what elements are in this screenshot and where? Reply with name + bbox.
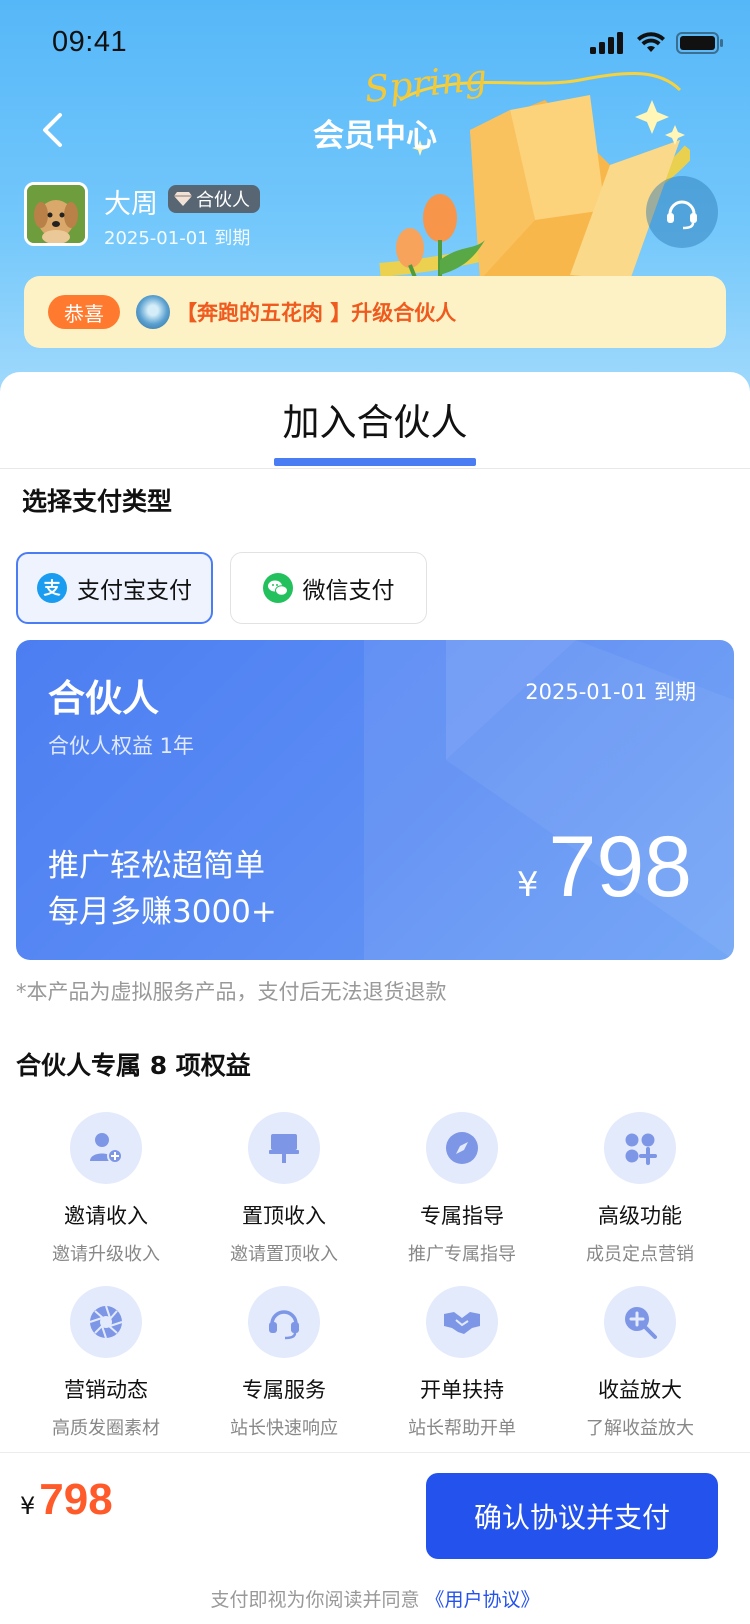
pin-icon xyxy=(269,1134,299,1163)
benefit-icon-wrap xyxy=(426,1112,498,1184)
refund-disclaimer: *本产品为虚拟服务产品，支付后无法退货退款 xyxy=(16,980,447,1004)
wechat-icon xyxy=(262,573,293,603)
partner-plan-card[interactable]: 合伙人 合伙人权益 1年 2025-01-01 到期 推广轻松超简单 每月多赚3… xyxy=(16,640,734,960)
plan-slogan-line2: 每月多赚3000+ xyxy=(48,894,277,930)
total-currency: ¥ xyxy=(20,1492,36,1520)
headset-icon xyxy=(269,1310,299,1340)
total-price-value: 798 xyxy=(39,1475,113,1524)
diamond-icon xyxy=(174,192,192,206)
battery-icon xyxy=(676,32,723,54)
benefit-icon-wrap xyxy=(70,1286,142,1358)
status-icons xyxy=(590,32,724,54)
benefit-desc: 站长帮助开单 xyxy=(408,1418,516,1439)
benefit-marketing[interactable]: 营销动态 高质发圈素材 xyxy=(26,1286,186,1440)
benefit-title: 邀请收入 xyxy=(64,1204,148,1228)
plan-expire: 2025-01-01 到期 xyxy=(525,680,696,704)
benefit-desc: 邀请置顶收入 xyxy=(230,1244,338,1265)
compass-icon xyxy=(446,1132,478,1164)
confirm-pay-button[interactable]: 确认协议并支付 xyxy=(426,1473,718,1559)
congrats-user-avatar xyxy=(136,295,170,329)
benefit-service[interactable]: 专属服务 站长快速响应 xyxy=(204,1286,364,1440)
benefit-title: 专属服务 xyxy=(242,1378,326,1402)
alipay-option[interactable]: 支 支付宝支付 xyxy=(16,552,213,624)
benefit-title: 营销动态 xyxy=(64,1378,148,1402)
benefit-icon-wrap xyxy=(426,1286,498,1358)
benefit-icon-wrap xyxy=(248,1112,320,1184)
apps-plus-icon xyxy=(625,1133,657,1165)
benefit-desc: 高质发圈素材 xyxy=(52,1418,160,1439)
wifi-icon xyxy=(637,32,665,52)
wechat-pay-option[interactable]: 微信支付 xyxy=(230,552,427,624)
benefit-pin-income[interactable]: 置顶收入 邀请置顶收入 xyxy=(204,1112,364,1266)
sheet-title: 加入合伙人 xyxy=(282,401,468,444)
alipay-icon: 支 xyxy=(37,573,67,603)
agreement-prefix: 支付即视为你阅读并同意 xyxy=(210,1589,420,1611)
total-price: ¥ 798 xyxy=(20,1475,113,1525)
payment-type-label: 选择支付类型 xyxy=(22,487,173,516)
plan-slogan-line1: 推广轻松超简单 xyxy=(48,848,265,884)
spring-word: Spring xyxy=(363,60,489,111)
benefit-order-support[interactable]: 开单扶持 站长帮助开单 xyxy=(382,1286,542,1440)
benefit-icon-wrap xyxy=(604,1112,676,1184)
plan-subtitle: 合伙人权益 1年 xyxy=(48,734,195,758)
benefit-guidance[interactable]: 专属指导 推广专属指导 xyxy=(382,1112,542,1266)
wechat-pay-label: 微信支付 xyxy=(302,578,395,604)
plan-currency: ¥ xyxy=(516,865,539,905)
svg-text:支: 支 xyxy=(44,578,62,599)
avatar[interactable] xyxy=(24,182,88,246)
status-time: 09:41 xyxy=(52,26,128,58)
benefit-advanced[interactable]: 高级功能 成员定点营销 xyxy=(560,1112,720,1266)
benefit-desc: 邀请升级收入 xyxy=(52,1244,160,1265)
congrats-message: 【奔跑的五花肉 】升级合伙人 xyxy=(176,301,457,325)
agreement-notice: 支付即视为你阅读并同意 《用户协议》 xyxy=(0,1585,750,1612)
divider xyxy=(0,468,750,469)
page-title: 会员中心 xyxy=(313,118,437,154)
member-badge-label: 合伙人 xyxy=(196,190,250,211)
benefits-title: 合伙人专属 8 项权益 xyxy=(16,1051,251,1080)
congrats-banner: 恭喜 【奔跑的五花肉 】升级合伙人 xyxy=(24,276,726,348)
member-badge: 合伙人 xyxy=(168,185,260,213)
plan-price: ¥ 798 xyxy=(517,818,692,917)
benefit-desc: 成员定点营销 xyxy=(586,1244,694,1265)
zoom-in-icon xyxy=(625,1307,657,1339)
benefit-title: 专属指导 xyxy=(420,1204,504,1228)
user-name: 大周 xyxy=(104,189,158,220)
benefit-title: 收益放大 xyxy=(598,1378,682,1402)
headset-icon xyxy=(667,200,697,230)
plan-price-value: 798 xyxy=(548,819,693,915)
customer-service-button[interactable] xyxy=(646,176,718,248)
benefit-earnings-boost[interactable]: 收益放大 了解收益放大 xyxy=(560,1286,720,1440)
benefit-invite-income[interactable]: 邀请收入 邀请升级收入 xyxy=(26,1112,186,1266)
benefit-desc: 了解收益放大 xyxy=(586,1418,694,1439)
add-user-icon xyxy=(90,1133,123,1164)
benefit-title: 开单扶持 xyxy=(420,1378,504,1402)
benefit-title: 置顶收入 xyxy=(242,1204,326,1228)
aperture-icon xyxy=(89,1305,123,1339)
spring-crown-illustration: Spring xyxy=(363,60,690,290)
benefit-icon-wrap xyxy=(248,1286,320,1358)
header: 09:41 Spring 会员中心 大周 合伙人 2025-01-01 到期 恭… xyxy=(0,0,750,420)
title-underline xyxy=(274,458,476,466)
dog-avatar-image xyxy=(27,185,85,243)
checkout-bar: ¥ 798 确认协议并支付 支付即视为你阅读并同意 《用户协议》 xyxy=(0,1452,750,1624)
congrats-tag: 恭喜 xyxy=(48,295,120,329)
benefit-title: 高级功能 xyxy=(598,1204,682,1228)
benefit-desc: 站长快速响应 xyxy=(230,1418,338,1439)
user-agreement-link[interactable]: 《用户协议》 xyxy=(426,1589,540,1611)
plan-name: 合伙人 xyxy=(48,677,159,720)
signal-icon xyxy=(590,32,623,54)
alipay-label: 支付宝支付 xyxy=(77,578,192,604)
benefit-desc: 推广专属指导 xyxy=(408,1244,516,1265)
membership-expire: 2025-01-01 到期 xyxy=(104,228,251,249)
handshake-icon xyxy=(444,1312,480,1334)
benefit-icon-wrap xyxy=(70,1112,142,1184)
benefit-icon-wrap xyxy=(604,1286,676,1358)
